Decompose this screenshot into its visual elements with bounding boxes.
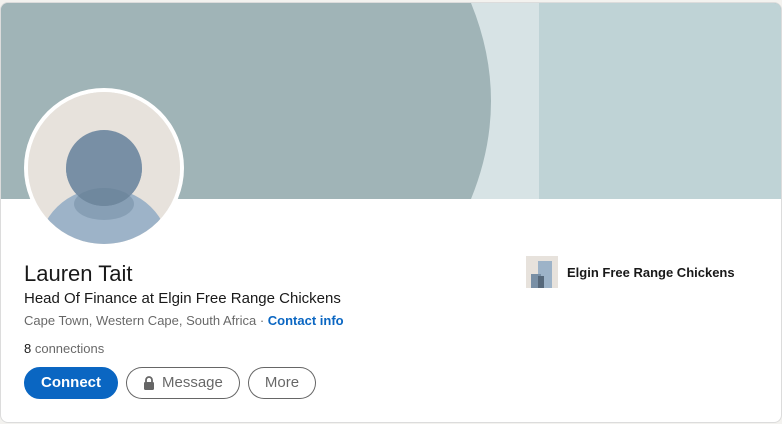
more-button-label: More bbox=[264, 374, 300, 391]
profile-name: Lauren Tait bbox=[24, 261, 133, 286]
contact-info-link[interactable]: Contact info bbox=[268, 313, 344, 328]
lock-icon bbox=[144, 376, 154, 390]
profile-photo[interactable] bbox=[24, 88, 184, 248]
profile-location: Cape Town, Western Cape, South Africa bbox=[24, 313, 257, 328]
profile-actions: Connect Message More bbox=[24, 367, 317, 399]
connect-button[interactable]: Connect bbox=[24, 367, 118, 399]
message-button[interactable]: Message bbox=[126, 367, 240, 399]
more-button[interactable]: More bbox=[247, 367, 317, 399]
company-name: Elgin Free Range Chickens bbox=[567, 264, 735, 280]
connect-button-label: Connect bbox=[41, 374, 101, 391]
person-placeholder-icon bbox=[28, 92, 180, 244]
location-row: Cape Town, Western Cape, South Africa · … bbox=[24, 311, 344, 331]
current-company-link[interactable]: Elgin Free Range Chickens bbox=[526, 256, 735, 288]
profile-card: Lauren Tait Head Of Finance at Elgin Fre… bbox=[0, 2, 782, 423]
separator-dot: · bbox=[256, 313, 268, 328]
connections-label: connections bbox=[31, 341, 105, 356]
avatar bbox=[28, 92, 180, 244]
message-button-label: Message bbox=[162, 374, 223, 391]
connections-count: 8 connections bbox=[24, 339, 104, 359]
company-logo-placeholder-icon bbox=[526, 256, 558, 288]
profile-headline: Head Of Finance at Elgin Free Range Chic… bbox=[24, 290, 341, 307]
